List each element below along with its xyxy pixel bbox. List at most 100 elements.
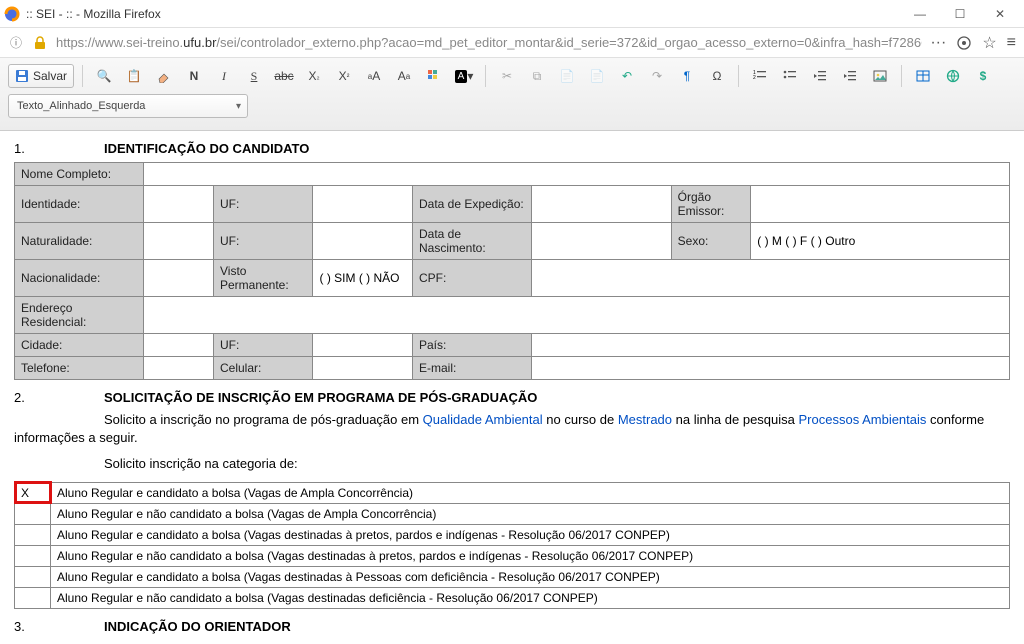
link-program[interactable]: Qualidade Ambiental <box>423 412 543 427</box>
category-text: Aluno Regular e não candidato a bolsa (V… <box>51 503 1010 524</box>
url-suffix: /sei/controlador_externo.php?acao=md_pet… <box>216 35 922 50</box>
category-row[interactable]: Aluno Regular e não candidato a bolsa (V… <box>15 503 1010 524</box>
link-line[interactable]: Processos Ambientais <box>799 412 927 427</box>
bookmark-icon[interactable]: ☆ <box>982 33 996 53</box>
close-button[interactable]: ✕ <box>980 0 1020 28</box>
paste-icon[interactable]: 📄 <box>554 64 580 88</box>
label-cpf: CPF: <box>412 260 531 297</box>
category-mark[interactable] <box>15 587 51 608</box>
toolbar-row-2: Texto_Alinhado_Esquerda <box>8 94 1016 118</box>
editor-content[interactable]: 1. IDENTIFICAÇÃO DO CANDIDATO Nome Compl… <box>0 131 1024 641</box>
category-mark[interactable] <box>15 566 51 587</box>
url-text[interactable]: https://www.sei-treino.ufu.br/sei/contro… <box>56 35 922 50</box>
category-text: Aluno Regular e candidato a bolsa (Vagas… <box>51 524 1010 545</box>
field-data-expedicao[interactable] <box>532 186 671 223</box>
save-button[interactable]: Salvar <box>8 64 74 88</box>
lock-warning-icon[interactable] <box>32 35 48 51</box>
field-celular[interactable] <box>313 357 413 380</box>
image-icon[interactable] <box>867 64 893 88</box>
underline-icon[interactable]: S <box>241 64 267 88</box>
italic-icon[interactable]: I <box>211 64 237 88</box>
field-nacionalidade[interactable] <box>144 260 214 297</box>
text-color-icon[interactable] <box>421 64 447 88</box>
section-2-header: 2. SOLICITAÇÃO DE INSCRIÇÃO EM PROGRAMA … <box>14 390 1010 405</box>
font-size-down-icon[interactable]: Aa <box>391 64 417 88</box>
paragraph-icon[interactable]: ¶ <box>674 64 700 88</box>
field-uf2[interactable] <box>313 223 413 260</box>
field-cidade[interactable] <box>144 334 214 357</box>
url-right-controls: ··· ☆ ≡ <box>930 33 1016 53</box>
category-text: Aluno Regular e não candidato a bolsa (V… <box>51 587 1010 608</box>
eraser-icon[interactable] <box>151 64 177 88</box>
category-row[interactable]: Aluno Regular e candidato a bolsa (Vagas… <box>15 524 1010 545</box>
minimize-button[interactable]: — <box>900 0 940 28</box>
category-row[interactable]: Aluno Regular e não candidato a bolsa (V… <box>15 545 1010 566</box>
bg-color-icon[interactable]: A▾ <box>451 64 477 88</box>
section-number: 1. <box>14 141 104 156</box>
url-more-icon[interactable]: ··· <box>930 34 946 52</box>
ordered-list-icon[interactable]: 12 <box>747 64 773 88</box>
category-row[interactable]: Aluno Regular e candidato a bolsa (Vagas… <box>15 566 1010 587</box>
request-paragraph: Solicito a inscrição no programa de pós-… <box>14 411 1010 447</box>
field-pais[interactable] <box>532 334 1010 357</box>
subscript-icon[interactable]: X₂ <box>301 64 327 88</box>
strike-icon[interactable]: abc <box>271 64 297 88</box>
label-uf2: UF: <box>213 223 313 260</box>
copy-icon[interactable]: 📋 <box>121 64 147 88</box>
browser-urlbar: ⓘ https://www.sei-treino.ufu.br/sei/cont… <box>0 28 1024 58</box>
field-orgao-emissor[interactable] <box>751 186 1010 223</box>
superscript-icon[interactable]: X² <box>331 64 357 88</box>
label-visto: Visto Permanente: <box>213 260 313 297</box>
category-row[interactable]: Aluno Regular e não candidato a bolsa (V… <box>15 587 1010 608</box>
field-visto[interactable]: ( ) SIM ( ) NÃO <box>313 260 413 297</box>
category-mark[interactable] <box>15 545 51 566</box>
unordered-list-icon[interactable] <box>777 64 803 88</box>
identification-table[interactable]: Nome Completo: Identidade: UF: Data de E… <box>14 162 1010 380</box>
paste-plain-icon[interactable]: 📄 <box>584 64 610 88</box>
window-buttons: — ☐ ✕ <box>900 0 1020 28</box>
omega-icon[interactable]: Ω <box>704 64 730 88</box>
category-row[interactable]: XAluno Regular e candidato a bolsa (Vaga… <box>15 482 1010 503</box>
field-telefone[interactable] <box>144 357 214 380</box>
search-icon[interactable]: 🔍 <box>91 64 117 88</box>
field-email[interactable] <box>532 357 1010 380</box>
category-mark[interactable] <box>15 524 51 545</box>
field-uf3[interactable] <box>313 334 413 357</box>
indent-icon[interactable] <box>837 64 863 88</box>
app-menu-icon[interactable]: ≡ <box>1007 34 1016 52</box>
redo-icon[interactable]: ↷ <box>644 64 670 88</box>
category-table[interactable]: XAluno Regular e candidato a bolsa (Vaga… <box>14 482 1010 609</box>
info-icon[interactable]: ⓘ <box>8 35 24 51</box>
style-dropdown[interactable]: Texto_Alinhado_Esquerda <box>8 94 248 118</box>
cut-icon[interactable]: ✂ <box>494 64 520 88</box>
field-uf[interactable] <box>313 186 413 223</box>
category-mark[interactable] <box>15 503 51 524</box>
field-identidade[interactable] <box>144 186 214 223</box>
table-icon[interactable] <box>910 64 936 88</box>
field-endereco[interactable] <box>144 297 1010 334</box>
font-size-up-icon[interactable]: aA <box>361 64 387 88</box>
field-naturalidade[interactable] <box>144 223 214 260</box>
category-text: Aluno Regular e não candidato a bolsa (V… <box>51 545 1010 566</box>
category-mark[interactable]: X <box>15 482 51 503</box>
link-course[interactable]: Mestrado <box>618 412 672 427</box>
outdent-icon[interactable] <box>807 64 833 88</box>
field-sexo[interactable]: ( ) M ( ) F ( ) Outro <box>751 223 1010 260</box>
link-icon[interactable] <box>940 64 966 88</box>
field-data-nascimento[interactable] <box>532 223 671 260</box>
money-icon[interactable]: $ <box>970 64 996 88</box>
section-title: SOLICITAÇÃO DE INSCRIÇÃO EM PROGRAMA DE … <box>104 390 537 405</box>
reader-icon[interactable] <box>956 35 972 51</box>
label-cidade: Cidade: <box>15 334 144 357</box>
label-sexo: Sexo: <box>671 223 751 260</box>
maximize-button[interactable]: ☐ <box>940 0 980 28</box>
field-nome[interactable] <box>144 163 1010 186</box>
separator <box>738 65 739 87</box>
window-titlebar: :: SEI - :: - Mozilla Firefox — ☐ ✕ <box>0 0 1024 28</box>
bold-icon[interactable]: N <box>181 64 207 88</box>
copy2-icon[interactable]: ⧉ <box>524 64 550 88</box>
field-cpf[interactable] <box>532 260 1010 297</box>
label-identidade: Identidade: <box>15 186 144 223</box>
undo-icon[interactable]: ↶ <box>614 64 640 88</box>
firefox-icon <box>4 6 20 22</box>
